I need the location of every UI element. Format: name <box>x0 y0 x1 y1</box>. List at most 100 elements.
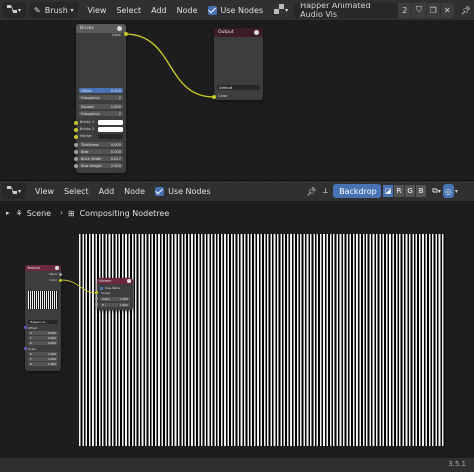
bias-socket[interactable] <box>74 150 78 154</box>
output-node[interactable]: Output Default Color <box>214 28 263 100</box>
viewer-z-socket[interactable] <box>95 303 98 306</box>
frequency-label: Frequency <box>81 111 100 116</box>
output-node-title: Output <box>218 30 234 35</box>
texture-image-name: Happer Ar... <box>30 320 48 324</box>
squash-label: Squash <box>81 104 95 109</box>
bricks1-socket[interactable] <box>74 121 78 125</box>
texture-color-socket[interactable] <box>59 279 62 282</box>
link-color-to-image <box>60 279 98 294</box>
node-links-bottom <box>60 279 98 294</box>
offset-x-value: 0.000 <box>47 331 56 335</box>
alpha-label: Alpha <box>102 297 110 301</box>
viewer-image-socket[interactable] <box>95 291 98 294</box>
viewer-node-header[interactable]: Viewer <box>97 278 133 284</box>
viewer-node-title: Viewer <box>99 279 112 283</box>
viewer-sphere-icon <box>127 279 131 283</box>
bias-value: 0.000 <box>110 149 121 154</box>
thickness-socket[interactable] <box>74 143 78 147</box>
scale-label: Scale <box>28 347 37 351</box>
offset-z-value: 0.000 <box>47 341 56 345</box>
bricks-node-header[interactable]: Bricks <box>76 24 126 33</box>
offset-field[interactable]: Offset 0.500 <box>79 88 123 93</box>
offset-frequency-field[interactable]: Frequency 2 <box>79 95 123 100</box>
output-node-header[interactable]: Output <box>214 28 263 37</box>
mortar-color-field[interactable] <box>98 134 123 139</box>
scale-axis-label: Z <box>30 362 32 366</box>
checkbox-icon <box>100 286 103 290</box>
alpha-field[interactable]: Alpha 1.000 <box>100 297 130 301</box>
output-target-value: Default <box>219 85 233 90</box>
offset-y-value: 0.000 <box>47 336 56 340</box>
row-height-socket[interactable] <box>74 164 78 168</box>
output-target-dropdown[interactable]: Default <box>217 85 260 90</box>
output-color-label: Color <box>218 94 228 98</box>
bricks2-label: Bricks 2 <box>80 127 95 131</box>
offset-label: Offset <box>81 88 92 93</box>
row-height-value: 2.000 <box>110 163 121 168</box>
offset-axis-label: Z <box>30 341 32 345</box>
bricks-color-output-socket[interactable] <box>124 32 128 36</box>
brick-width-socket[interactable] <box>74 157 78 161</box>
offset-x-field[interactable]: X 0.000 <box>28 331 58 335</box>
squash-value: 1.000 <box>110 104 121 109</box>
squash-frequency-field[interactable]: Frequency 2 <box>79 111 123 116</box>
bricks-node[interactable]: Bricks Color Offset 0.500 Frequency 2 Sq… <box>74 24 126 173</box>
texture-node-header[interactable]: Texture <box>25 265 61 271</box>
mortar-socket[interactable] <box>74 135 78 139</box>
image-input-label: Image <box>101 291 111 295</box>
use-alpha-checkbox[interactable]: Use Alpha <box>100 286 120 290</box>
offset-label: Offset <box>28 326 38 330</box>
version-label: 3.5.1 <box>448 460 466 468</box>
z-value: 1.000 <box>119 303 128 307</box>
mortar-label: Mortar <box>80 134 92 138</box>
texture-sphere-icon <box>55 266 59 270</box>
thickness-value: 0.005 <box>110 142 121 147</box>
scale-z-value: 1.000 <box>47 362 56 366</box>
scale-x-field[interactable]: X 1.000 <box>28 352 58 356</box>
texture-offset-socket[interactable] <box>24 326 27 329</box>
output-color-input-socket[interactable] <box>212 95 216 99</box>
bricks2-color-field[interactable] <box>98 127 123 132</box>
scale-x-value: 1.000 <box>47 352 56 356</box>
scale-z-field[interactable]: Z 1.000 <box>28 362 58 366</box>
bias-field[interactable]: Bias 0.000 <box>79 149 123 154</box>
z-label: Z <box>102 303 104 307</box>
texture-node[interactable]: Texture Value Color Happer Ar... Offset … <box>25 265 61 371</box>
bricks1-label: Bricks 1 <box>80 120 95 124</box>
thickness-field[interactable]: Thickness 0.005 <box>79 142 123 147</box>
viewer-alpha-socket[interactable] <box>95 297 98 300</box>
link-color-to-color <box>124 33 215 98</box>
squash-field[interactable]: Squash 1.000 <box>79 104 123 109</box>
frequency-label: Frequency <box>81 95 100 100</box>
z-field[interactable]: Z 1.000 <box>100 303 130 307</box>
texture-scale-socket[interactable] <box>24 347 27 350</box>
brick-width-field[interactable]: Brick Width 0.017 <box>79 156 123 161</box>
offset-z-field[interactable]: Z 0.000 <box>28 341 58 345</box>
texture-node-title: Texture <box>27 266 41 270</box>
frequency-value: 2 <box>118 95 121 100</box>
brick-width-value: 0.017 <box>110 156 121 161</box>
texture-sphere-icon <box>117 26 122 31</box>
color-output-label: Color <box>111 33 121 37</box>
output-sphere-icon <box>254 30 259 35</box>
scale-y-value: 1.000 <box>47 357 56 361</box>
status-bar <box>0 458 474 472</box>
offset-axis-label: X <box>30 331 32 335</box>
texture-value-socket[interactable] <box>59 273 62 276</box>
row-height-field[interactable]: Row Height 2.000 <box>79 163 123 168</box>
texture-selector[interactable]: Happer Ar... <box>28 320 58 324</box>
offset-y-field[interactable]: Y 0.000 <box>28 336 58 340</box>
color-output-label: Color <box>49 278 57 282</box>
viewer-node[interactable]: Viewer Use Alpha Image Alpha 1.000 Z 1.000 <box>97 278 133 310</box>
scale-y-field[interactable]: Y 1.000 <box>28 357 58 361</box>
bricks1-color-field[interactable] <box>98 120 123 125</box>
scale-axis-label: X <box>30 352 32 356</box>
brick-width-label: Brick Width <box>81 156 102 161</box>
scale-axis-label: Y <box>30 357 32 361</box>
offset-axis-label: Y <box>30 336 32 340</box>
offset-value: 0.500 <box>110 88 121 93</box>
bricks2-socket[interactable] <box>74 128 78 132</box>
thickness-label: Thickness <box>81 142 99 147</box>
texture-preview <box>28 291 58 309</box>
use-alpha-label: Use Alpha <box>105 286 121 290</box>
